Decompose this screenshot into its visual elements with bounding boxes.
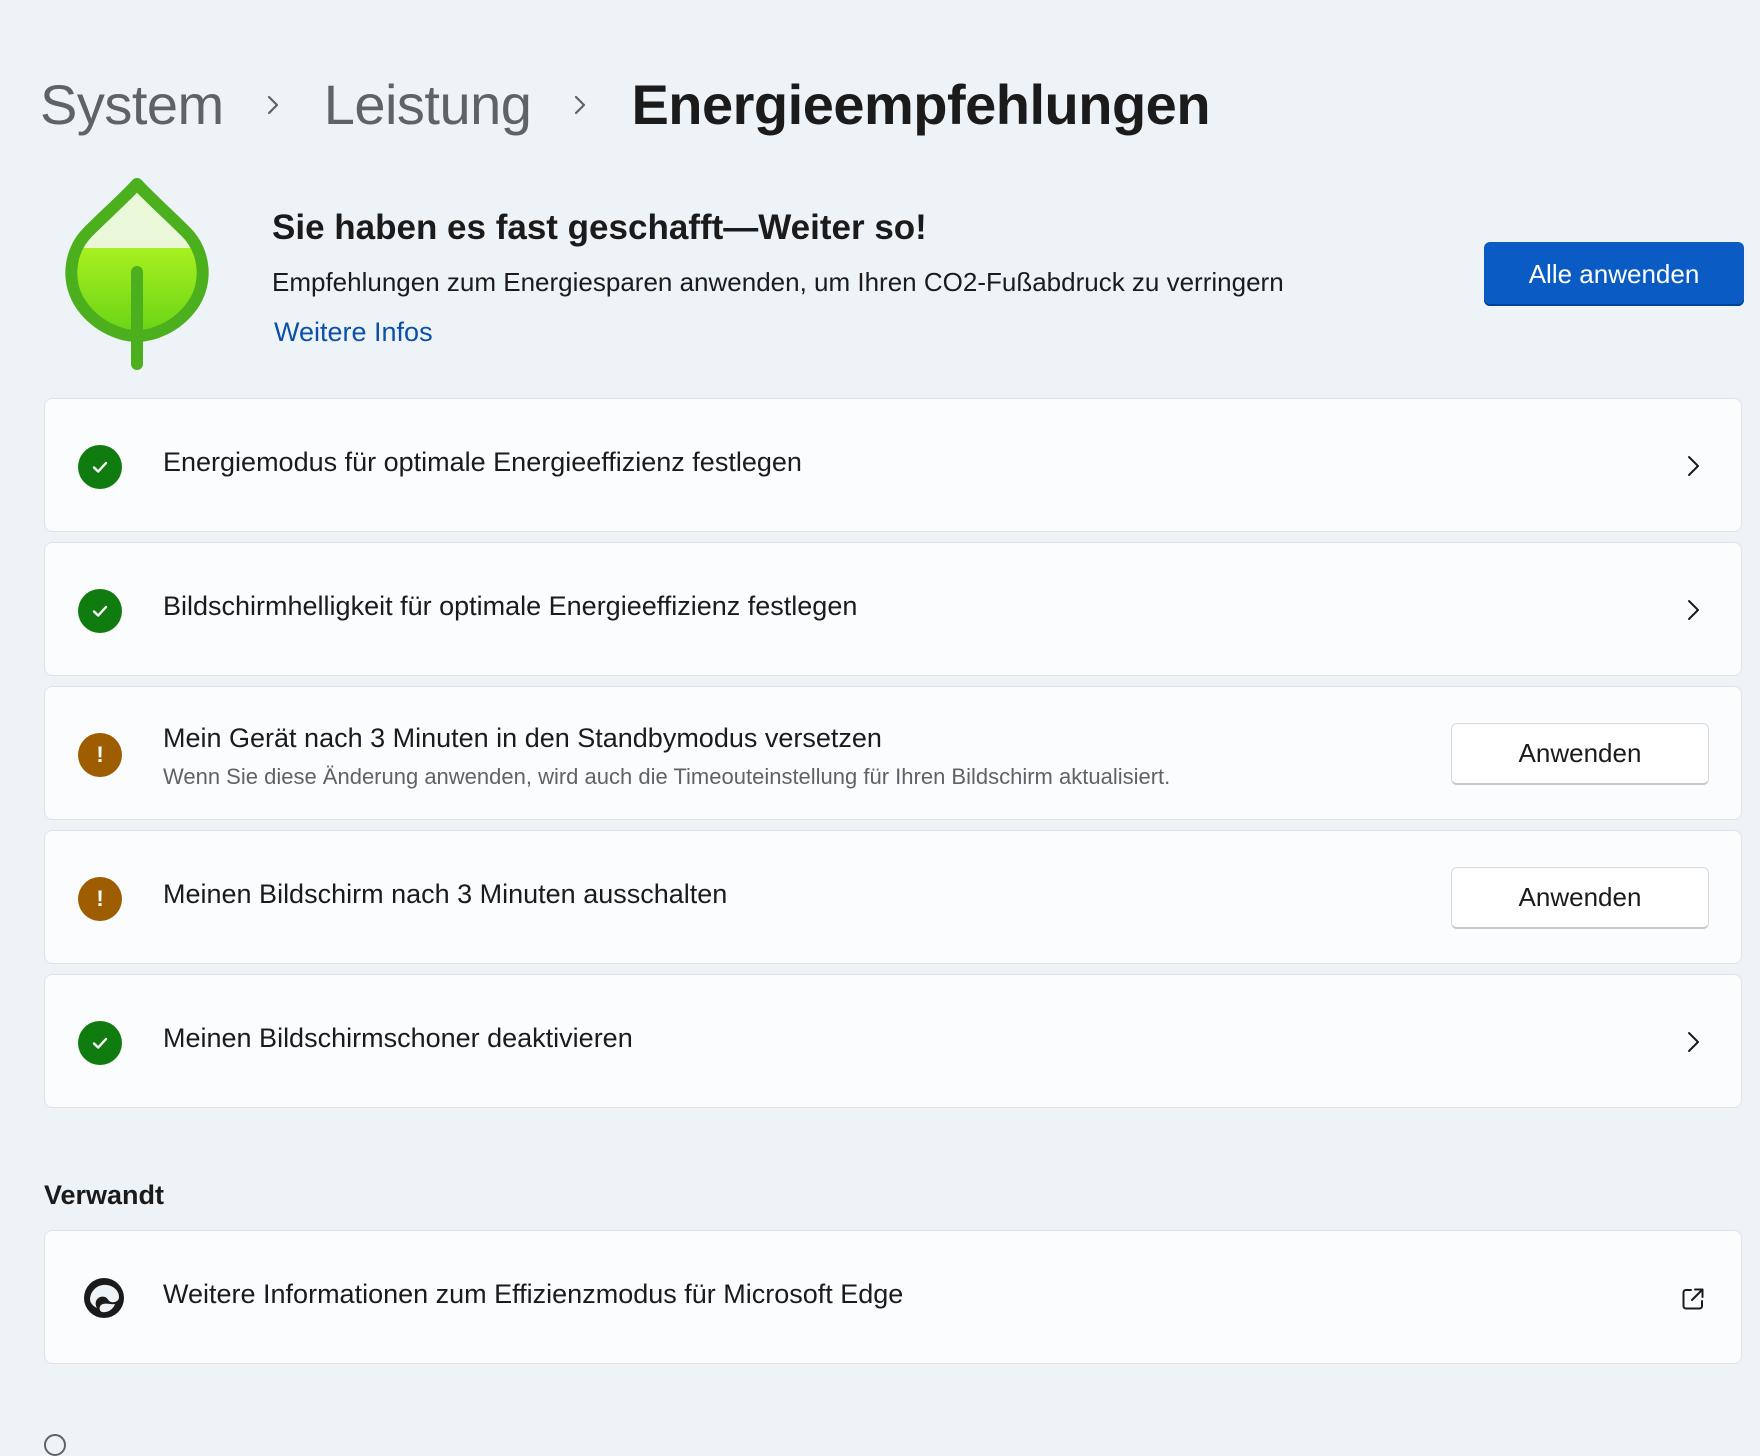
- related-heading: Verwandt: [44, 1180, 165, 1210]
- recommendation-subtitle: Wenn Sie diese Änderung anwenden, wird a…: [163, 764, 1171, 789]
- hero-description: Empfehlungen zum Energiesparen anwenden,…: [272, 267, 1284, 297]
- checkmark-icon: [78, 589, 122, 633]
- recommendation-title: Energiemodus für optimale Energieeffizie…: [163, 447, 802, 477]
- related-item-edge-efficiency[interactable]: Weitere Informationen zum Effizienzmodus…: [44, 1230, 1742, 1364]
- recommendation-energy-mode[interactable]: Energiemodus für optimale Energieeffizie…: [44, 398, 1742, 532]
- breadcrumb: System Leistung Energieempfehlungen: [40, 70, 1211, 140]
- chevron-right-icon[interactable]: [1681, 598, 1705, 622]
- chevron-right-icon: [569, 94, 591, 116]
- checkmark-icon: [78, 445, 122, 489]
- more-info-link[interactable]: Weitere Infos: [274, 317, 433, 348]
- edge-icon: [81, 1275, 127, 1321]
- apply-standby-button[interactable]: Anwenden: [1451, 723, 1709, 785]
- recommendation-title: Mein Gerät nach 3 Minuten in den Standby…: [163, 723, 882, 753]
- recommendation-title: Bildschirmhelligkeit für optimale Energi…: [163, 591, 858, 621]
- chevron-right-icon: [262, 94, 284, 116]
- warning-mark: !: [96, 742, 104, 767]
- page-title: Energieempfehlungen: [631, 73, 1211, 136]
- warning-icon: !: [78, 877, 122, 921]
- recommendation-screen-brightness[interactable]: Bildschirmhelligkeit für optimale Energi…: [44, 542, 1742, 676]
- partial-icon: [44, 1434, 66, 1456]
- hero-title: Sie haben es fast geschafft—Weiter so!: [272, 208, 927, 247]
- warning-mark: !: [96, 886, 104, 911]
- warning-icon: !: [78, 733, 122, 777]
- recommendation-title: Meinen Bildschirmschoner deaktivieren: [163, 1023, 633, 1053]
- chevron-right-icon[interactable]: [1681, 1030, 1705, 1054]
- breadcrumb-item-system[interactable]: System: [40, 70, 224, 140]
- recommendation-screensaver[interactable]: Meinen Bildschirmschoner deaktivieren: [44, 974, 1742, 1108]
- related-item-title: Weitere Informationen zum Effizienzmodus…: [163, 1279, 904, 1309]
- open-external-icon[interactable]: [1679, 1285, 1707, 1313]
- apply-screen-off-button[interactable]: Anwenden: [1451, 867, 1709, 929]
- energy-recommendations-page: System Leistung Energieempfehlungen Sie …: [0, 0, 1760, 1456]
- recommendation-standby: ! Mein Gerät nach 3 Minuten in den Stand…: [44, 686, 1742, 820]
- checkmark-icon: [78, 1021, 122, 1065]
- breadcrumb-item-leistung[interactable]: Leistung: [324, 70, 532, 140]
- recommendation-title: Meinen Bildschirm nach 3 Minuten ausscha…: [163, 879, 728, 909]
- leaf-icon: [62, 176, 212, 372]
- chevron-right-icon[interactable]: [1681, 454, 1705, 478]
- recommendation-screen-off: ! Meinen Bildschirm nach 3 Minuten aussc…: [44, 830, 1742, 964]
- apply-all-button[interactable]: Alle anwenden: [1484, 242, 1744, 306]
